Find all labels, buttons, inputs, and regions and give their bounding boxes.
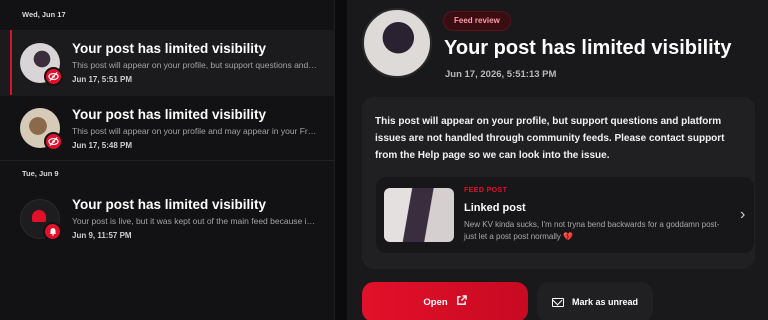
notification-detail: Feed review Your post has limited visibi… (347, 0, 768, 320)
notification-item[interactable]: Your post has limited visibility Your po… (0, 186, 334, 251)
bell-icon (43, 221, 62, 241)
notification-time: Jun 17, 5:51 PM (72, 75, 133, 84)
linked-post-kicker: FEED POST (464, 187, 508, 194)
feed-review-tag: Feed review (443, 11, 511, 31)
mark-as-unread-label: Mark as unread (571, 297, 639, 307)
avatar (20, 198, 62, 241)
open-button[interactable]: Open (362, 282, 528, 320)
notification-item[interactable]: Your post has limited visibility This po… (0, 95, 334, 160)
avatar (20, 108, 63, 151)
notification-title: Your post has limited visibility (72, 197, 267, 212)
detail-timestamp: Jun 17, 2026, 5:51:13 PM (445, 69, 557, 80)
detail-message: This post will appear on your profile, b… (375, 116, 725, 161)
external-link-icon (456, 295, 467, 309)
linked-post-thumbnail (384, 188, 454, 242)
eye-off-icon (44, 66, 63, 86)
avatar (20, 42, 63, 86)
notification-title: Your post has limited visibility (72, 41, 267, 56)
linked-post-card[interactable]: FEED POST Linked post New KV kinda sucks… (376, 177, 754, 253)
linked-post-title: Linked post (464, 202, 526, 214)
notification-time: Jun 9, 11:57 PM (72, 231, 132, 240)
message-card: This post will appear on your profile, b… (362, 97, 755, 269)
open-button-label: Open (423, 296, 448, 308)
notification-time: Jun 17, 5:48 PM (72, 140, 133, 150)
notification-body: This post will appear on your profile an… (72, 125, 317, 136)
notification-body: Your post is live, but it was kept out o… (72, 216, 317, 226)
date-group-header: Tue, Jun 9 (0, 160, 334, 186)
bell-glyph (32, 209, 46, 222)
avatar (362, 8, 432, 78)
notification-item[interactable]: Your post has limited visibility This po… (0, 30, 334, 95)
date-group-header: Wed, Jun 17 (22, 10, 66, 19)
mark-as-unread-button[interactable]: Mark as unread (537, 282, 653, 320)
linked-post-body: New KV kinda sucks, I'm not tryna bend b… (464, 220, 720, 241)
mail-icon (551, 297, 564, 307)
notification-title: Your post has limited visibility (72, 106, 267, 122)
detail-title: Your post has limited visibility (444, 37, 732, 59)
eye-off-icon (44, 132, 63, 151)
chevron-right-icon: › (740, 206, 746, 223)
notification-body: This post will appear on your profile, b… (72, 60, 317, 70)
notification-list: Wed, Jun 17 Your post has limited visibi… (0, 0, 335, 320)
